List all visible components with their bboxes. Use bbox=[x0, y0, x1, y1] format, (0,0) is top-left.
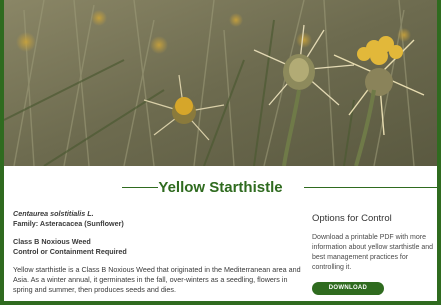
download-button[interactable]: DOWNLOAD bbox=[312, 282, 384, 295]
options-panel: Options for Control Download a printable… bbox=[312, 213, 437, 295]
page-title: Yellow Starthistle bbox=[158, 179, 283, 196]
starthistle-photo bbox=[4, 0, 437, 166]
species-info: Centaurea solstitialis L. Family: Astera… bbox=[13, 209, 303, 295]
species-description: Yellow starthistle is a Class B Noxious … bbox=[13, 265, 301, 294]
weed-class: Class B Noxious Weed bbox=[13, 237, 91, 246]
page-frame: Yellow Starthistle Centaurea solstitiali… bbox=[0, 0, 441, 305]
hero-image bbox=[4, 0, 437, 166]
scientific-name: Centaurea solstitialis L. bbox=[13, 209, 94, 218]
family-name: Family: Asteracacea (Sunflower) bbox=[13, 219, 124, 228]
title-rule-right bbox=[304, 187, 437, 188]
options-text: Download a printable PDF with more infor… bbox=[312, 234, 434, 271]
title-row: Yellow Starthistle bbox=[4, 176, 437, 200]
control-requirement: Control or Containment Required bbox=[13, 247, 127, 256]
options-heading: Options for Control bbox=[312, 213, 392, 224]
